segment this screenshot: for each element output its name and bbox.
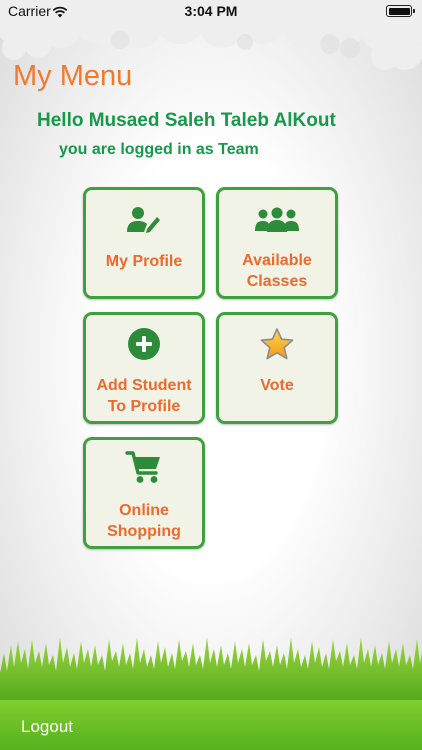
- group-icon: [219, 207, 335, 233]
- online-shopping-label-line2: Shopping: [107, 523, 181, 540]
- star-icon: [219, 327, 335, 361]
- grass-decoration: [0, 633, 422, 708]
- available-classes-button[interactable]: Available Classes: [216, 187, 338, 299]
- login-role-text: you are logged in as Team: [59, 141, 259, 158]
- add-student-label-line1: Add Student: [96, 377, 192, 394]
- plus-circle-icon: [86, 327, 202, 361]
- footer-bar: Logout: [0, 700, 422, 750]
- status-bar: Carrier 3:04 PM: [0, 0, 422, 22]
- clock: 3:04 PM: [184, 3, 238, 19]
- vote-button[interactable]: Vote: [216, 312, 338, 424]
- my-profile-button[interactable]: My Profile: [83, 187, 205, 299]
- available-classes-label-line1: Available: [242, 252, 312, 269]
- battery-icon: [386, 5, 415, 17]
- vote-label: Vote: [260, 377, 294, 394]
- online-shopping-button[interactable]: Online Shopping: [83, 437, 205, 549]
- profile-edit-icon: [86, 205, 202, 235]
- greeting-text: Hello Musaed Saleh Taleb AlKout: [37, 110, 336, 131]
- add-student-button[interactable]: Add Student To Profile: [83, 312, 205, 424]
- cart-icon: [86, 450, 202, 486]
- my-profile-label: My Profile: [105, 253, 183, 270]
- available-classes-label: Available Classes: [219, 250, 335, 292]
- online-shopping-label: Online Shopping: [86, 500, 202, 542]
- add-student-label: Add Student To Profile: [86, 375, 202, 417]
- online-shopping-label-line1: Online: [119, 502, 169, 519]
- add-student-label-line2: To Profile: [107, 398, 181, 415]
- logout-button[interactable]: Logout: [21, 717, 73, 737]
- page-title: My Menu: [13, 60, 133, 92]
- available-classes-label-line2: Classes: [246, 273, 308, 290]
